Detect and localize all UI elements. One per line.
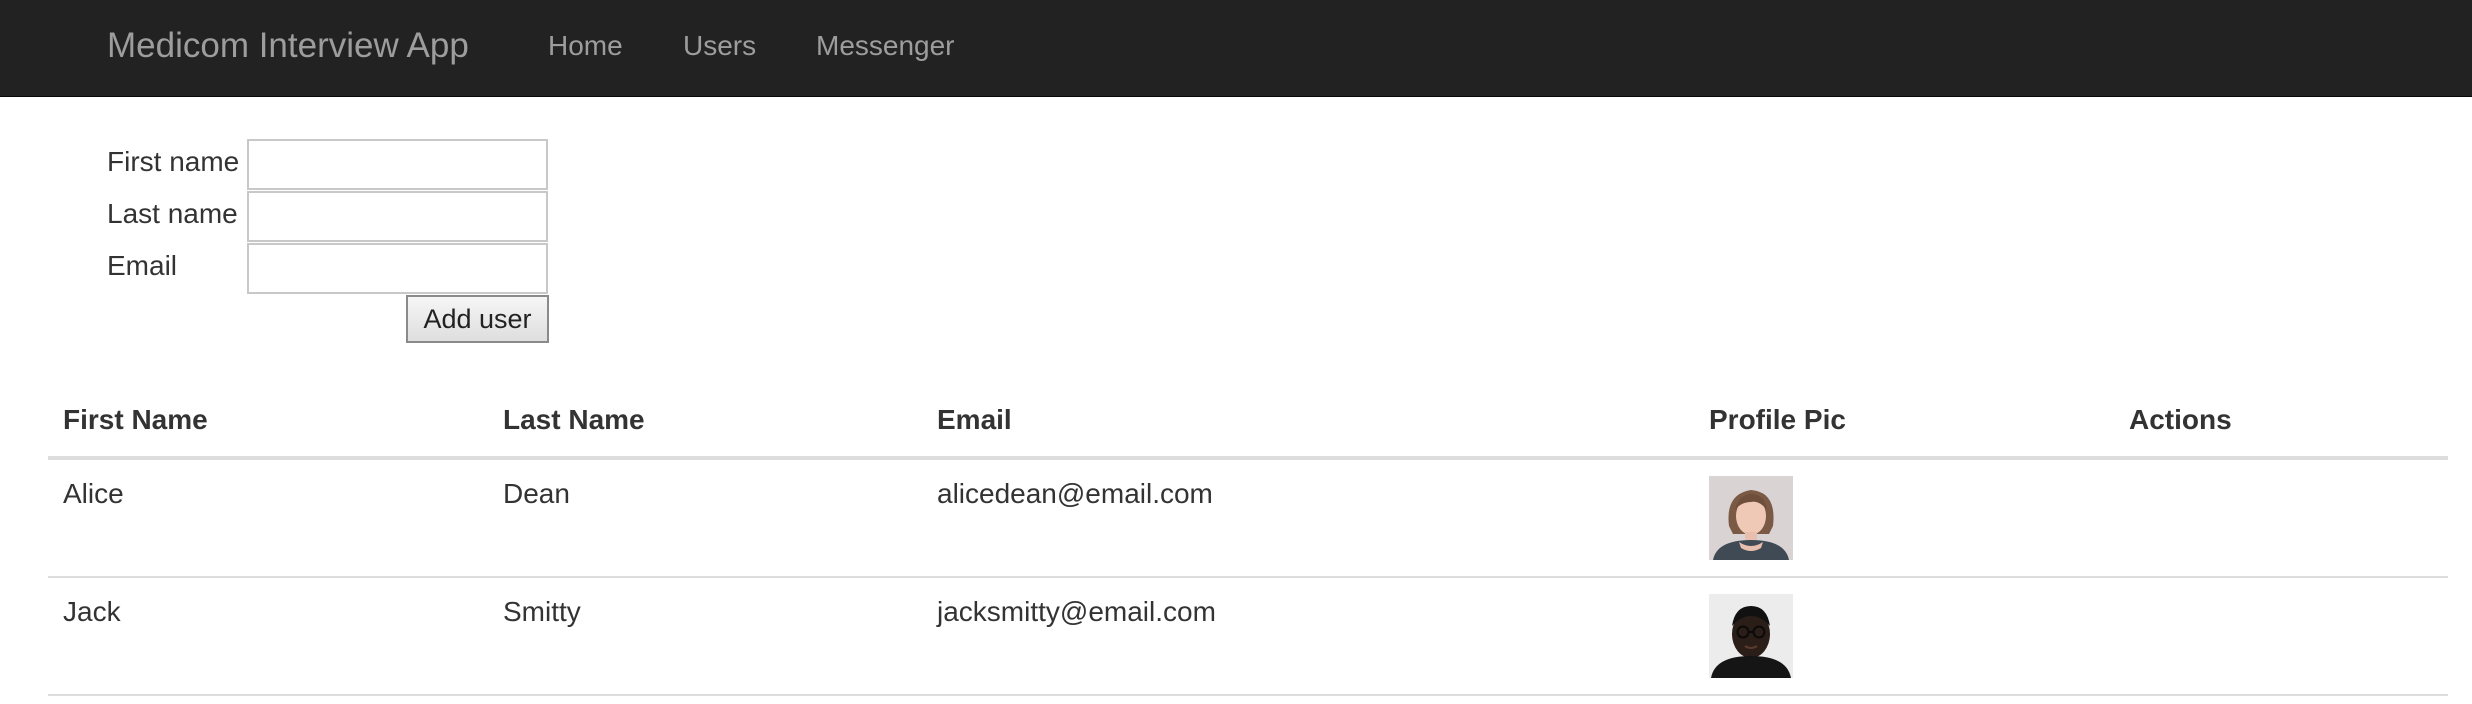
cell-email: jacksmitty@email.com: [937, 596, 1216, 627]
nav-link-home[interactable]: Home: [548, 0, 623, 97]
navbar-brand[interactable]: Medicom Interview App: [107, 0, 469, 97]
row-divider: [48, 694, 2448, 696]
first-name-input[interactable]: [247, 139, 548, 190]
header-profile-pic: Profile Pic: [1709, 404, 1846, 435]
cell-first-name: Alice: [63, 478, 124, 509]
cell-last-name: Smitty: [503, 596, 581, 627]
first-name-label: First name: [107, 146, 240, 177]
navbar: Medicom Interview App Home Users Messeng…: [0, 0, 2472, 97]
add-user-button[interactable]: Add user: [406, 295, 549, 343]
header-actions: Actions: [2129, 404, 2232, 435]
header-first-name: First Name: [63, 404, 208, 435]
avatar: [1709, 594, 1793, 678]
header-email: Email: [937, 404, 1012, 435]
nav-link-messenger[interactable]: Messenger: [816, 0, 955, 97]
header-last-name: Last Name: [503, 404, 645, 435]
nav-link-users[interactable]: Users: [683, 0, 756, 97]
cell-last-name: Dean: [503, 478, 570, 509]
last-name-label: Last name: [107, 198, 238, 229]
email-input[interactable]: [247, 243, 548, 294]
cell-email: alicedean@email.com: [937, 478, 1213, 509]
table-row: Alice Dean alicedean@email.com: [48, 460, 2448, 578]
cell-first-name: Jack: [63, 596, 121, 627]
table-row: Jack Smitty jacksmitty@email.com: [48, 578, 2448, 696]
email-label: Email: [107, 250, 178, 281]
last-name-input[interactable]: [247, 191, 548, 242]
avatar: [1709, 476, 1793, 560]
